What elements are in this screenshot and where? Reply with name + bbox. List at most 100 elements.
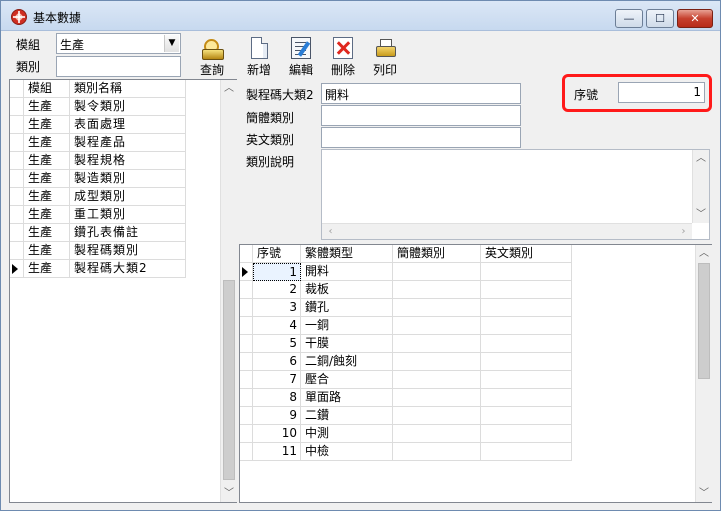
row-seq[interactable]: 10 — [253, 425, 301, 443]
category-list-row[interactable]: 生產 製造類別 — [10, 170, 186, 188]
category-item-row[interactable]: 8 單面路 — [240, 389, 572, 407]
row-simp-category[interactable] — [393, 317, 481, 335]
row-simp-category[interactable] — [393, 335, 481, 353]
maximize-button[interactable]: ☐ — [646, 9, 674, 28]
scroll-up-icon[interactable]: ︿ — [221, 80, 237, 97]
row-selector[interactable] — [240, 281, 253, 299]
close-button[interactable]: ✕ — [677, 9, 713, 28]
header-category-name[interactable]: 類別名稱 — [70, 80, 186, 98]
row-seq[interactable]: 6 — [253, 353, 301, 371]
row-trad-type[interactable]: 鑽孔 — [301, 299, 393, 317]
row-eng-category[interactable] — [481, 299, 572, 317]
row-selector[interactable] — [10, 260, 24, 278]
row-selector[interactable] — [240, 371, 253, 389]
row-selector[interactable] — [10, 98, 24, 116]
row-selector[interactable] — [10, 242, 24, 260]
category-item-row[interactable]: 7 壓合 — [240, 371, 572, 389]
row-trad-type[interactable]: 單面路 — [301, 389, 393, 407]
module-combo[interactable]: 生產 ▼ — [56, 33, 181, 54]
category-input[interactable] — [56, 56, 181, 77]
row-eng-category[interactable] — [481, 353, 572, 371]
row-seq[interactable]: 8 — [253, 389, 301, 407]
row-selector[interactable] — [240, 353, 253, 371]
row-selector[interactable] — [10, 188, 24, 206]
row-seq[interactable]: 4 — [253, 317, 301, 335]
category-list-row[interactable]: 生產 製程碼大類2 — [10, 260, 186, 278]
row-selector[interactable] — [240, 263, 253, 281]
row-selector[interactable] — [10, 152, 24, 170]
scroll-thumb[interactable] — [223, 280, 235, 480]
row-eng-category[interactable] — [481, 371, 572, 389]
row-simp-category[interactable] — [393, 353, 481, 371]
row-simp-category[interactable] — [393, 281, 481, 299]
query-button[interactable]: 查詢 — [190, 35, 234, 79]
row-eng-category[interactable] — [481, 425, 572, 443]
row-simp-category[interactable] — [393, 443, 481, 461]
row-selector[interactable] — [240, 389, 253, 407]
header-seq[interactable]: 序號 — [253, 245, 301, 263]
scroll-down-icon[interactable]: ﹀ — [693, 206, 709, 223]
row-selector[interactable] — [10, 116, 24, 134]
scroll-down-icon[interactable]: ﹀ — [221, 485, 237, 502]
row-trad-type[interactable]: 壓合 — [301, 371, 393, 389]
category-item-row[interactable]: 9 二鑽 — [240, 407, 572, 425]
scroll-up-icon[interactable]: ︿ — [693, 150, 709, 167]
row-eng-category[interactable] — [481, 443, 572, 461]
row-selector[interactable] — [240, 425, 253, 443]
category-item-row[interactable]: 2 裁板 — [240, 281, 572, 299]
row-simp-category[interactable] — [393, 371, 481, 389]
row-eng-category[interactable] — [481, 263, 572, 281]
row-trad-type[interactable]: 干膜 — [301, 335, 393, 353]
row-seq[interactable]: 2 — [253, 281, 301, 299]
row-trad-type[interactable]: 二銅/蝕刻 — [301, 353, 393, 371]
row-simp-category[interactable] — [393, 389, 481, 407]
print-button[interactable]: 列印 — [363, 35, 407, 79]
header-eng-category[interactable]: 英文類別 — [481, 245, 572, 263]
row-seq[interactable]: 5 — [253, 335, 301, 353]
scroll-right-icon[interactable]: › — [675, 224, 692, 239]
row-seq[interactable]: 3 — [253, 299, 301, 317]
row-simp-category[interactable] — [393, 263, 481, 281]
row-eng-category[interactable] — [481, 389, 572, 407]
category-item-row[interactable]: 4 一銅 — [240, 317, 572, 335]
delete-button[interactable]: 刪除 — [321, 35, 365, 79]
minimize-button[interactable]: — — [615, 9, 643, 28]
new-button[interactable]: 新增 — [237, 35, 281, 79]
category-desc-textarea[interactable]: ︿ ﹀ ‹ › — [321, 149, 710, 240]
row-eng-category[interactable] — [481, 407, 572, 425]
category-list-scrollbar[interactable]: ︿ ﹀ — [220, 80, 237, 502]
row-seq[interactable]: 11 — [253, 443, 301, 461]
row-trad-type[interactable]: 二鑽 — [301, 407, 393, 425]
row-selector[interactable] — [240, 299, 253, 317]
desc-vertical-scrollbar[interactable]: ︿ ﹀ — [692, 150, 709, 223]
scroll-down-icon[interactable]: ﹀ — [696, 485, 712, 502]
row-selector[interactable] — [240, 407, 253, 425]
row-seq[interactable]: 9 — [253, 407, 301, 425]
row-selector[interactable] — [240, 335, 253, 353]
row-selector[interactable] — [240, 443, 253, 461]
category-item-row[interactable]: 11 中檢 — [240, 443, 572, 461]
category-item-row[interactable]: 10 中測 — [240, 425, 572, 443]
title-bar[interactable]: 基本數據 — ☐ ✕ — [1, 1, 720, 31]
edit-button[interactable]: 編輯 — [279, 35, 323, 79]
category-item-row[interactable]: 5 干膜 — [240, 335, 572, 353]
trad-category-input[interactable]: 開料 — [321, 83, 521, 104]
row-eng-category[interactable] — [481, 335, 572, 353]
row-selector[interactable] — [10, 224, 24, 242]
row-trad-type[interactable]: 裁板 — [301, 281, 393, 299]
category-list-row[interactable]: 生產 重工類別 — [10, 206, 186, 224]
row-seq[interactable]: 1 — [253, 263, 301, 281]
header-simp-category[interactable]: 簡體類別 — [393, 245, 481, 263]
desc-horizontal-scrollbar[interactable]: ‹ › — [322, 223, 692, 239]
category-items-scrollbar[interactable]: ︿ ﹀ — [695, 245, 712, 502]
row-trad-type[interactable]: 中測 — [301, 425, 393, 443]
row-selector[interactable] — [10, 134, 24, 152]
chevron-down-icon[interactable]: ▼ — [164, 35, 179, 52]
row-seq[interactable]: 7 — [253, 371, 301, 389]
header-trad-type[interactable]: 繁體類型 — [301, 245, 393, 263]
header-module[interactable]: 模組 — [24, 80, 70, 98]
row-selector[interactable] — [240, 317, 253, 335]
row-eng-category[interactable] — [481, 317, 572, 335]
category-list-row[interactable]: 生產 製程規格 — [10, 152, 186, 170]
category-list-row[interactable]: 生產 成型類別 — [10, 188, 186, 206]
